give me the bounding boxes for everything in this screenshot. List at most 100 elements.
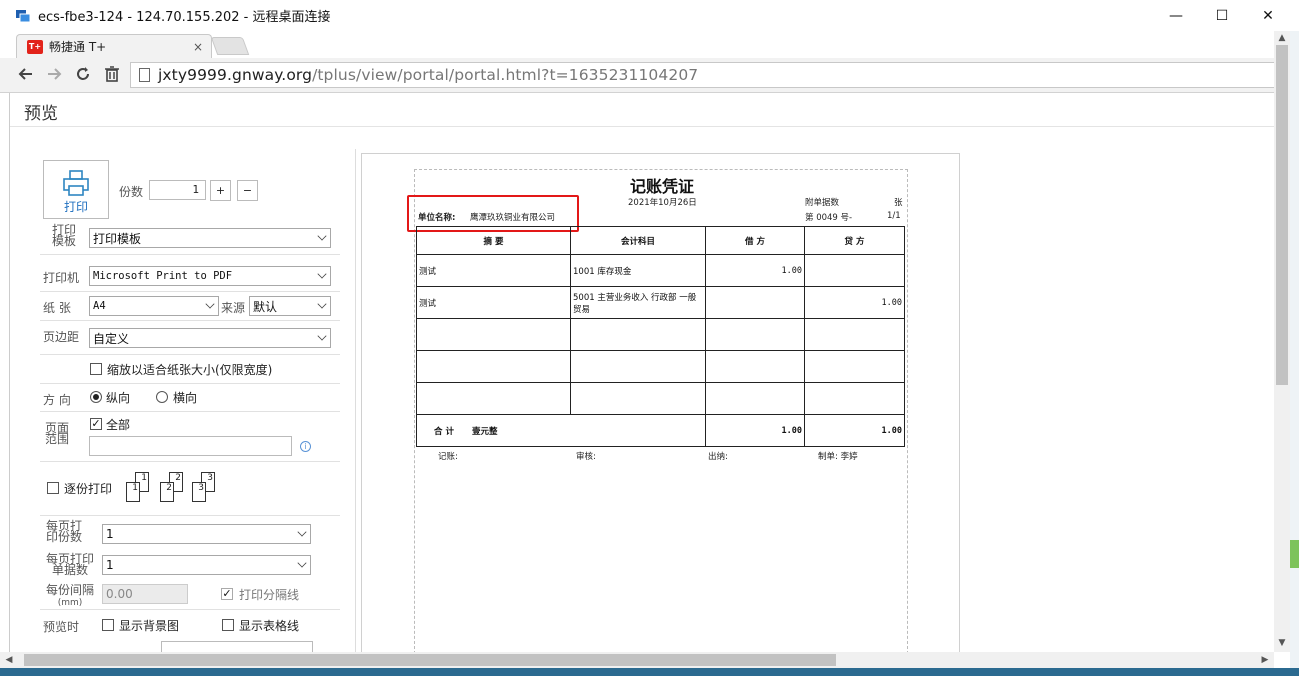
printer-label: 打印机 (43, 271, 80, 285)
template-select[interactable]: 打印模板 (89, 228, 331, 248)
source-select[interactable]: 默认 (249, 296, 331, 316)
vertical-scroll-thumb[interactable] (1276, 45, 1288, 385)
total-cell: 合 计 壹元整 (416, 414, 706, 447)
divider (40, 609, 340, 610)
taskbar-strip (0, 668, 1299, 676)
preview-time-label: 预览时 (43, 620, 80, 634)
preview-sheet: 记账凭证 2021年10月26日 附单据数 张 单位名称: 鹰潭玖玖铜业有限公司… (361, 153, 960, 652)
paper-select[interactable]: A4 (89, 296, 219, 316)
maximize-button[interactable]: ☐ (1199, 0, 1245, 31)
info-icon[interactable]: i (300, 441, 311, 452)
table-row (416, 382, 905, 415)
show-gridlines-checkbox[interactable] (222, 619, 234, 631)
footer-bookkeeper: 记账: (438, 452, 458, 462)
template-label: 打印 模板 (52, 223, 77, 248)
page-title: 预览 (24, 104, 58, 124)
copies-per-page-label: 每页打 印份数 (46, 519, 83, 544)
scroll-right-icon[interactable]: ▶ (1258, 652, 1272, 668)
cell-account: 5001 主营业务收入 行政部 一般贸易 (570, 286, 706, 319)
gap-input: 0.00 (102, 584, 188, 604)
show-gridlines-label: 显示表格线 (239, 619, 300, 633)
divider (40, 320, 340, 321)
copies-input[interactable]: 1 (149, 180, 206, 200)
orientation-label: 方 向 (43, 393, 71, 407)
window-title-bar: ecs-fbe3-124 - 124.70.155.202 - 远程桌面连接 —… (0, 0, 1299, 31)
tab-close-icon[interactable]: × (193, 40, 203, 54)
chevron-down-icon (317, 231, 327, 241)
voucher-table: 摘 要 会计科目 借 方 贷 方 测试 1001 库存现金 1.00 测试 50… (416, 226, 905, 447)
tab-label: 畅捷通 T+ (49, 40, 107, 54)
voucher-date: 2021年10月26日 (628, 198, 697, 208)
fit-to-width-label: 缩放以适合纸张大小(仅限宽度) (107, 363, 273, 377)
divider (40, 515, 340, 516)
reload-icon[interactable] (71, 62, 95, 86)
panel-divider (355, 149, 356, 652)
trash-icon[interactable] (100, 62, 124, 86)
close-window-button[interactable]: ✕ (1245, 0, 1291, 31)
copies-per-page-select[interactable]: 1 (102, 524, 311, 544)
total-in-words: 壹元整 (471, 426, 498, 437)
print-button[interactable]: 打印 (43, 160, 109, 219)
print-button-label: 打印 (63, 200, 88, 214)
chevron-down-icon (205, 299, 215, 309)
back-arrow-icon[interactable] (14, 62, 38, 86)
cell-summary (416, 318, 571, 351)
address-bar[interactable]: jxty9999.gnway.org/tplus/view/portal/por… (130, 62, 1275, 88)
margin-label: 页边距 (43, 330, 80, 344)
chevron-down-icon (317, 269, 327, 279)
copies-increment-button[interactable]: + (210, 180, 231, 201)
cell-summary: 测试 (416, 286, 571, 319)
cell-account (570, 382, 706, 415)
url-text: jxty9999.gnway.org/tplus/view/portal/por… (158, 66, 699, 84)
cell-credit (804, 382, 905, 415)
divider (40, 291, 340, 292)
forward-arrow-icon[interactable] (42, 62, 66, 86)
fit-to-width-checkbox[interactable] (90, 363, 102, 375)
print-settings-panel: 打印 份数 1 + − 打印 模板 打印模板 打印机 Microsoft Prin… (10, 127, 355, 652)
copies-decrement-button[interactable]: − (237, 180, 258, 201)
cell-debit (705, 318, 805, 351)
all-pages-label: 全部 (106, 418, 131, 432)
tplus-favicon-icon: T+ (27, 39, 43, 54)
total-debit: 1.00 (705, 414, 805, 447)
horizontal-scrollbar[interactable]: ◀ ▶ (0, 652, 1274, 668)
cell-debit (705, 350, 805, 383)
browser-tab-strip: T+ 畅捷通 T+ × (0, 31, 1299, 58)
chevron-down-icon (297, 527, 307, 537)
cell-account (570, 318, 706, 351)
table-row (416, 350, 905, 383)
collate-checkbox[interactable] (47, 482, 59, 494)
paper-label: 纸 张 (43, 301, 71, 315)
minimize-button[interactable]: — (1153, 0, 1199, 31)
attachment-unit: 张 (894, 198, 903, 208)
docs-per-page-select[interactable]: 1 (102, 555, 311, 575)
scroll-down-icon[interactable]: ▼ (1274, 636, 1290, 650)
vertical-scrollbar[interactable]: ▲ ▼ (1274, 31, 1290, 652)
all-pages-checkbox[interactable] (90, 418, 102, 430)
cell-summary: 测试 (416, 254, 571, 287)
scroll-left-icon[interactable]: ◀ (2, 652, 16, 668)
more-settings-button[interactable] (161, 641, 313, 652)
printer-select[interactable]: Microsoft Print to PDF (89, 266, 331, 286)
portrait-radio[interactable] (90, 391, 102, 403)
new-tab-button[interactable] (210, 37, 250, 55)
page-range-input[interactable] (89, 436, 292, 456)
footer-cashier: 出纳: (708, 452, 728, 462)
desktop-widget (1290, 540, 1299, 568)
voucher-page: 1/1 (887, 211, 901, 221)
landscape-radio[interactable] (156, 391, 168, 403)
show-background-checkbox[interactable] (102, 619, 114, 631)
horizontal-scroll-thumb[interactable] (24, 654, 836, 666)
total-row: 合 计 壹元整 1.00 1.00 (416, 414, 905, 447)
remote-desktop-icon (16, 9, 31, 22)
cell-credit: 1.00 (804, 286, 905, 319)
desktop-edge (1290, 31, 1299, 668)
chevron-down-icon (317, 299, 327, 309)
margin-select[interactable]: 自定义 (89, 328, 331, 348)
footer-reviewer: 审核: (576, 452, 596, 462)
chevron-down-icon (297, 558, 307, 568)
browser-tab-tplus[interactable]: T+ 畅捷通 T+ × (16, 34, 212, 58)
divider (40, 254, 340, 255)
divider (40, 383, 340, 384)
scroll-up-icon[interactable]: ▲ (1274, 31, 1290, 45)
